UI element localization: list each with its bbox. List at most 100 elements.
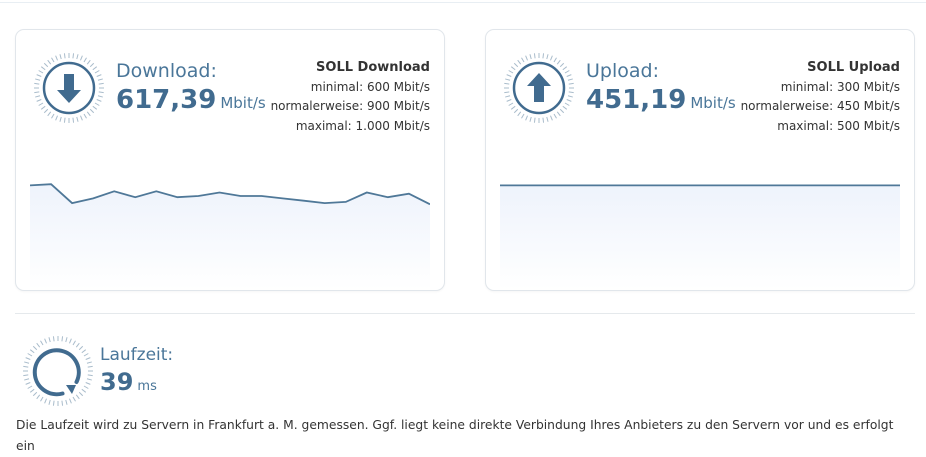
gauge-tick xyxy=(96,74,102,77)
upload-value: 451,19 xyxy=(586,85,687,115)
gauge-tick xyxy=(76,54,79,60)
download-value: 617,39 xyxy=(116,85,217,115)
gauge-tick xyxy=(25,382,31,385)
download-normal: normalerweise: 900 Mbit/s xyxy=(270,99,430,113)
gauge-tick xyxy=(65,399,68,405)
gauge-tick xyxy=(61,336,64,342)
upload-minimal: minimal: 300 Mbit/s xyxy=(780,79,900,94)
gauge-tick xyxy=(506,99,512,102)
gauge-tick xyxy=(86,361,92,364)
gauge-tick xyxy=(83,353,89,357)
gauge-tick xyxy=(43,108,49,114)
gauge-tick xyxy=(47,59,52,65)
gauge-tick xyxy=(81,388,87,393)
gauge-tick xyxy=(513,62,519,68)
upload-soll-title: SOLL Upload xyxy=(807,60,900,75)
gauge-tick xyxy=(508,102,514,106)
gauge-tick xyxy=(75,342,80,348)
gauge-tick xyxy=(529,54,532,60)
upload-sparkline xyxy=(500,184,900,290)
gauge-tick xyxy=(553,57,557,63)
gauge-tick xyxy=(96,99,102,102)
gauge-tick xyxy=(40,105,46,110)
gauge-tick xyxy=(59,116,62,122)
gauge-tick xyxy=(36,342,41,348)
top-divider xyxy=(0,2,926,3)
gauge-tick xyxy=(562,105,568,110)
gauge-tick xyxy=(23,365,29,368)
gauge-tick xyxy=(40,396,44,402)
gauge-tick xyxy=(24,361,30,364)
gauge-tick xyxy=(61,400,64,406)
gauge-tick xyxy=(567,95,573,98)
upload-maximal: maximal: 500 Mbit/s xyxy=(777,118,900,133)
gauge-tick xyxy=(48,399,51,405)
gauge-tick xyxy=(72,117,75,123)
gauge-tick xyxy=(86,59,91,65)
gauge-tick xyxy=(36,99,42,102)
gauge-tick xyxy=(513,108,519,114)
gauge-tick xyxy=(533,117,536,123)
gauge-tick xyxy=(83,385,89,389)
download-spark-area xyxy=(30,184,430,290)
gauge-tick xyxy=(85,382,91,385)
gauge-tick xyxy=(72,53,75,59)
gauge-tick xyxy=(87,374,93,377)
gauge-tick xyxy=(567,78,573,81)
gauge-tick xyxy=(506,74,512,77)
arrow-up-icon xyxy=(504,53,574,123)
download-maximal: maximal: 1.000 Mbit/s xyxy=(295,118,430,133)
gauge-tick xyxy=(80,55,83,61)
gauge-tick xyxy=(38,70,44,74)
laufzeit-value: 39 xyxy=(100,368,134,396)
download-soll-title: SOLL Download xyxy=(316,60,430,75)
gauge-tick xyxy=(83,57,87,63)
gauge-tick xyxy=(24,378,30,381)
gauge-tick xyxy=(63,117,66,123)
gauge-tick xyxy=(25,357,31,360)
gauge-tick xyxy=(72,396,76,402)
gauge-tick xyxy=(92,66,98,71)
gauge-tick xyxy=(76,116,79,122)
laufzeit-value-block: 39 ms xyxy=(100,368,157,396)
gauge-tick xyxy=(97,95,103,98)
upload-unit: Mbit/s xyxy=(690,94,736,112)
gauge-tick xyxy=(559,62,565,68)
gauge-tick xyxy=(517,59,522,65)
gauge-tick xyxy=(508,70,514,74)
gauge-tick xyxy=(86,111,91,117)
download-minimal: minimal: 600 Mbit/s xyxy=(310,79,430,94)
gauge-tick xyxy=(559,108,565,114)
gauge-tick xyxy=(564,70,570,74)
download-sparkline xyxy=(30,183,430,290)
upload-value-block: 451,19 Mbit/s xyxy=(586,85,736,115)
gauge-tick xyxy=(553,113,557,119)
gauge-tick xyxy=(568,91,574,94)
gauge-tick xyxy=(542,117,545,123)
gauge-tick xyxy=(94,70,100,74)
arrow-down-icon xyxy=(34,53,104,123)
gauge-tick xyxy=(525,115,528,121)
gauge-tick xyxy=(27,353,33,357)
gauge-tick xyxy=(546,116,549,122)
section-divider xyxy=(15,313,915,314)
download-card: Download: 617,39 Mbit/s SOLL Download min… xyxy=(15,29,445,291)
gauge-tick xyxy=(92,105,98,110)
gauge-tick xyxy=(550,55,553,61)
gauge-tick xyxy=(521,113,525,119)
upload-card: Upload: 451,19 Mbit/s SOLL Upload minimal… xyxy=(485,29,915,291)
refresh-icon xyxy=(23,336,93,406)
gauge-tick xyxy=(38,102,44,106)
gauge-tick xyxy=(533,53,536,59)
gauge-tick xyxy=(44,398,47,404)
gauge-tick xyxy=(98,91,104,94)
gauge-tick xyxy=(27,385,33,389)
gauge-tick xyxy=(29,388,35,393)
gauge-tick xyxy=(86,378,92,381)
gauge-tick xyxy=(504,91,510,94)
gauge-tick xyxy=(29,349,35,354)
gauge-tick xyxy=(89,108,95,114)
laufzeit-note: Die Laufzeit wird zu Servern in Frankfur… xyxy=(16,418,894,453)
gauge-tick xyxy=(566,99,572,102)
gauge-tick xyxy=(69,338,72,344)
